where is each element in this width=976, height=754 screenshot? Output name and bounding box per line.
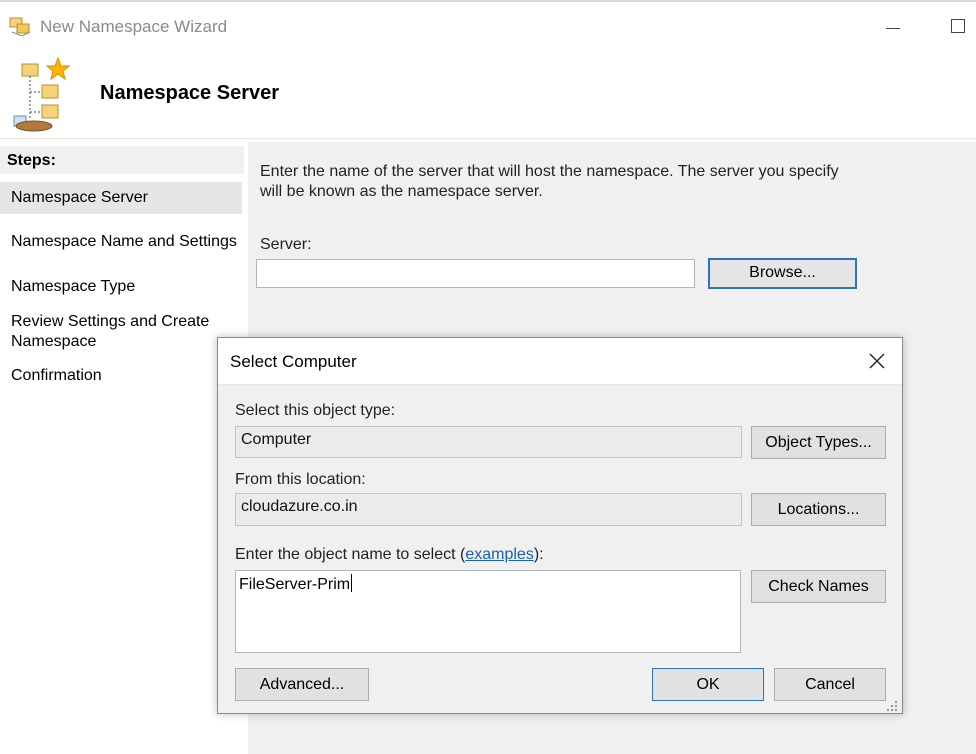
steps-heading: Steps: <box>7 152 56 169</box>
namespace-wizard-icon <box>8 14 34 38</box>
page-title: Namespace Server <box>100 82 280 104</box>
object-name-label-end: ): <box>533 546 544 563</box>
dialog-title: Select Computer <box>230 352 357 371</box>
step-label: Confirmation <box>11 367 102 384</box>
resize-grip-icon[interactable] <box>886 699 898 711</box>
object-types-button[interactable]: Object Types... <box>751 426 886 459</box>
object-name-value: FileServer-Prim <box>239 576 351 593</box>
examples-link[interactable]: examples <box>465 546 533 563</box>
server-label: Server: <box>260 236 312 253</box>
locations-button[interactable]: Locations... <box>751 493 886 526</box>
location-label: From this location: <box>235 471 366 488</box>
advanced-button[interactable]: Advanced... <box>235 668 369 701</box>
dialog-titlebar: Select Computer <box>218 338 902 385</box>
object-name-input[interactable]: FileServer-Prim <box>235 570 741 653</box>
object-type-field: Computer <box>235 426 742 458</box>
close-icon[interactable] <box>862 346 892 376</box>
select-computer-dialog: Select Computer Select this object type:… <box>217 337 903 714</box>
object-name-label: Enter the object name to select (example… <box>235 546 544 564</box>
step-namespace-server[interactable]: Namespace Server <box>0 182 242 214</box>
check-names-button[interactable]: Check Names <box>751 570 886 603</box>
cancel-button[interactable]: Cancel <box>774 668 886 701</box>
window-titlebar: New Namespace Wizard <box>0 2 976 48</box>
browse-button[interactable]: Browse... <box>708 258 857 289</box>
instruction-text: Enter the name of the server that will h… <box>260 163 839 200</box>
object-type-label: Select this object type: <box>235 402 396 419</box>
object-name-label-text: Enter the object name to select ( <box>235 546 466 563</box>
step-label: Namespace Type <box>11 278 136 295</box>
step-review-settings[interactable]: Review Settings and Create Namespace <box>0 312 220 352</box>
step-confirmation[interactable]: Confirmation <box>0 366 242 386</box>
wizard-header: Namespace Server <box>0 48 976 139</box>
step-label: Review Settings and Create Namespace <box>11 313 210 350</box>
minimize-button[interactable] <box>878 14 908 38</box>
steps-pane: Steps: Namespace Server Namespace Name a… <box>0 142 244 754</box>
step-namespace-name-settings[interactable]: Namespace Name and Settings <box>0 232 242 252</box>
step-namespace-type[interactable]: Namespace Type <box>0 277 242 297</box>
text-caret <box>351 574 353 592</box>
namespace-tree-icon <box>12 56 76 132</box>
maximize-button[interactable] <box>944 14 970 38</box>
step-label: Namespace Server <box>11 189 148 206</box>
ok-button[interactable]: OK <box>652 668 764 701</box>
location-field: cloudazure.co.in <box>235 493 742 526</box>
server-input[interactable] <box>256 259 695 288</box>
window-title: New Namespace Wizard <box>40 17 228 36</box>
step-label: Namespace Name and Settings <box>11 233 237 250</box>
